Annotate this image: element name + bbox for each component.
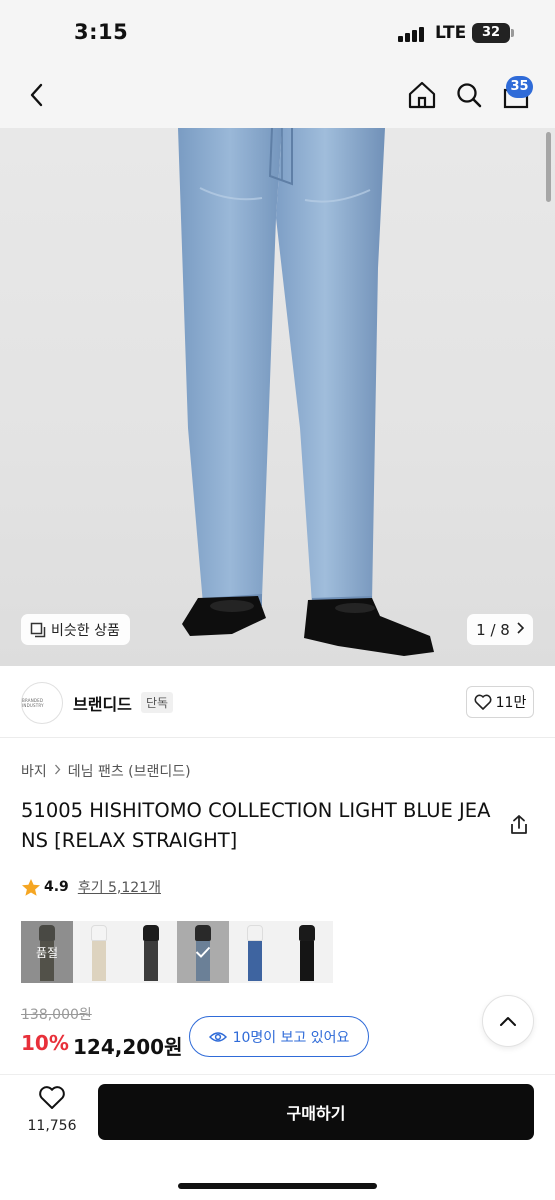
network-label: LTE: [435, 23, 467, 43]
exclusive-badge: 단독: [141, 692, 174, 713]
wishlist-count: 11,756: [27, 1118, 77, 1134]
chevron-up-icon: [500, 1016, 516, 1026]
signal-icon: [398, 26, 426, 42]
reviews-link[interactable]: 후기 5,121개: [78, 877, 161, 897]
heart-icon: [39, 1086, 65, 1109]
star-icon: [22, 878, 40, 896]
rating-row: 4.9 후기 5,121개: [21, 877, 161, 897]
home-indicator: [178, 1183, 377, 1189]
image-pager[interactable]: 1 / 8: [467, 614, 533, 645]
heart-icon: [474, 694, 492, 710]
home-icon: [408, 81, 436, 109]
sale-price: 124,200원: [73, 1035, 183, 1059]
share-button[interactable]: [508, 814, 530, 840]
bottom-action-bar: 11,756 구매하기: [0, 1074, 555, 1200]
color-option-thumbnail[interactable]: [125, 921, 177, 983]
checkmark-icon: [177, 921, 229, 983]
search-icon: [457, 83, 482, 108]
color-option-thumbnail[interactable]: [281, 921, 333, 983]
color-option-thumbnail[interactable]: [229, 921, 281, 983]
breadcrumb: 바지 데님 팬츠 (브랜디드): [21, 761, 191, 781]
color-option-thumbnail[interactable]: 품절: [21, 921, 73, 983]
discount-rate: 10%: [21, 1031, 69, 1055]
product-image[interactable]: 비슷한 상품 1 / 8: [0, 128, 555, 666]
color-options: 품절: [21, 921, 333, 983]
status-bar: 3:15 LTE 32: [0, 0, 555, 66]
similar-products-button[interactable]: 비슷한 상품: [21, 614, 130, 645]
brand-row: BRANDED INDUSTRY 브랜디드 단독 11만: [0, 667, 555, 738]
status-time: 3:15: [74, 20, 129, 44]
chevron-right-icon: [54, 763, 61, 779]
viewers-badge[interactable]: 10명이 보고 있어요: [189, 1016, 369, 1057]
product-title: 51005 HISHITOMO COLLECTION LIGHT BLUE JE…: [21, 799, 491, 852]
jeans-photo: [178, 128, 434, 656]
sold-out-label: 품절: [21, 921, 73, 983]
brand-logo-text: BRANDED INDUSTRY: [22, 698, 44, 708]
battery-icon: 32: [472, 23, 510, 43]
brand-like-count: 11만: [495, 695, 527, 711]
brand-logo[interactable]: BRANDED INDUSTRY: [21, 682, 63, 724]
top-nav-bar: 35: [0, 66, 555, 128]
buy-button[interactable]: 구매하기: [98, 1084, 534, 1140]
breadcrumb-item[interactable]: 바지: [21, 761, 47, 781]
scroll-indicator[interactable]: [546, 132, 551, 202]
brand-like-button[interactable]: 11만: [466, 686, 534, 718]
home-button[interactable]: [405, 78, 439, 112]
back-button[interactable]: [20, 78, 54, 112]
color-option-thumbnail[interactable]: [73, 921, 125, 983]
pager-label: 1 / 8: [476, 620, 510, 639]
share-icon: [511, 815, 527, 834]
viewers-label: 10명이 보고 있어요: [232, 1029, 350, 1046]
similar-products-label: 비슷한 상품: [51, 622, 120, 639]
rating-score: 4.9: [44, 879, 69, 895]
color-option-thumbnail-selected[interactable]: [177, 921, 229, 983]
cart-count-badge: 35: [506, 76, 533, 98]
chevron-right-icon: [516, 621, 524, 638]
eye-icon: [208, 1031, 227, 1042]
wishlist-button[interactable]: 11,756: [22, 1085, 82, 1134]
battery-tip: [511, 29, 514, 37]
scroll-to-top-button[interactable]: [482, 995, 534, 1047]
search-button[interactable]: [452, 78, 486, 112]
original-price: 138,000원: [21, 1007, 92, 1023]
chevron-left-icon: [30, 83, 43, 107]
breadcrumb-item[interactable]: 데님 팬츠 (브랜디드): [68, 761, 191, 781]
copy-icon: [30, 622, 46, 638]
brand-name[interactable]: 브랜디드: [73, 691, 132, 715]
